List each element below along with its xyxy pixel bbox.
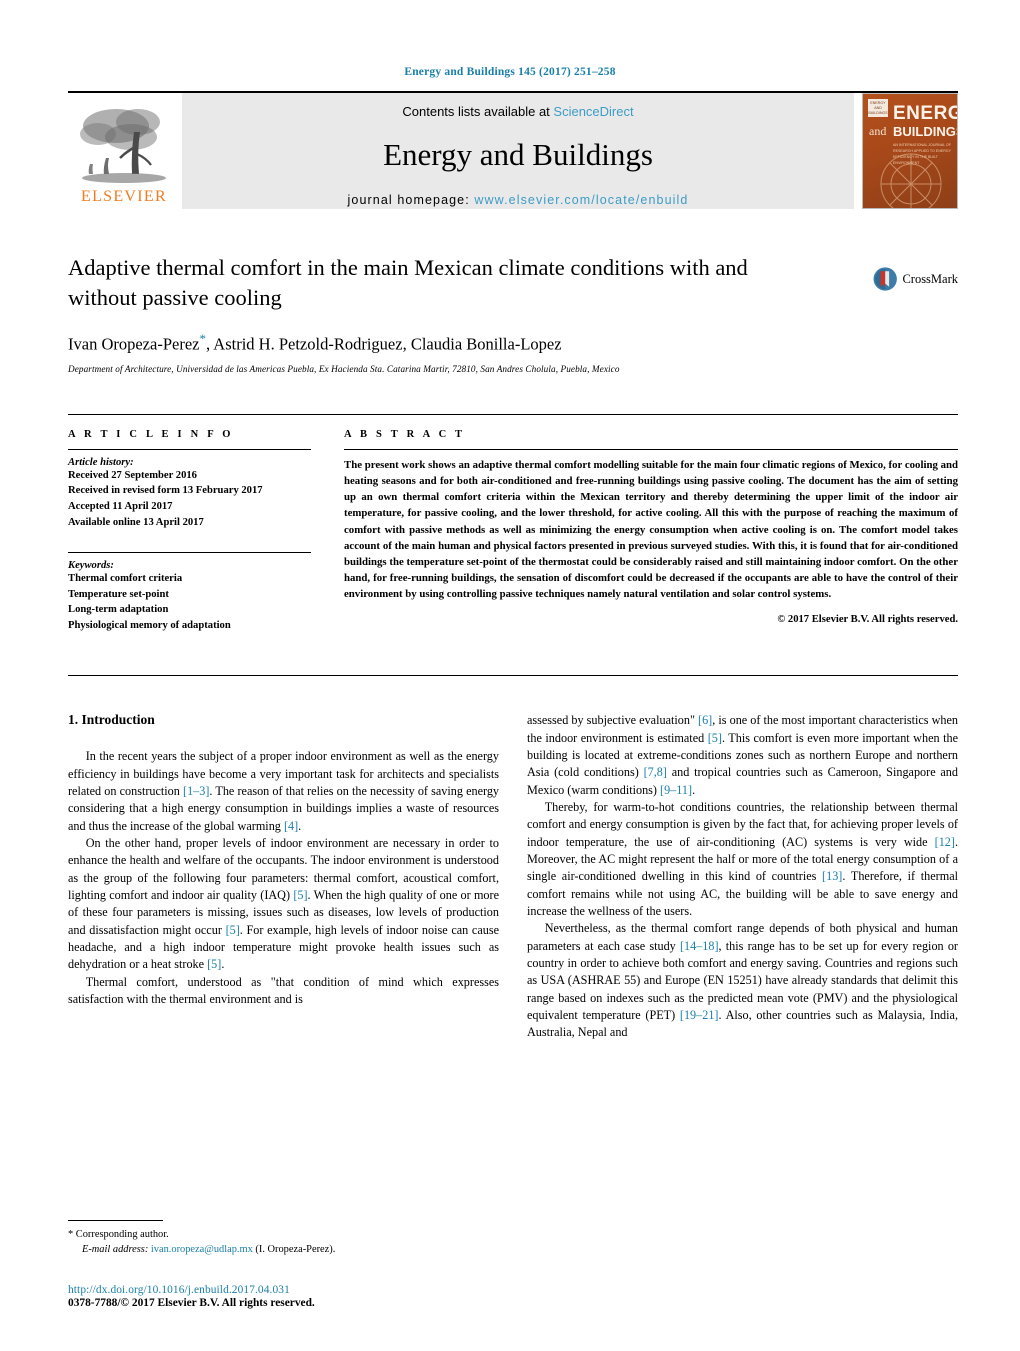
cover-and-word: and [869,124,887,138]
body-column-left: 1. Introduction In the recent years the … [68,712,499,1095]
contents-available-line: Contents lists available at ScienceDirec… [402,104,633,119]
keywords-divider [68,552,311,554]
cover-buildings-word: BUILDINGS [893,124,958,139]
paragraph: In the recent years the subject of a pro… [68,749,500,833]
crossmark-label: CrossMark [902,271,958,286]
email-suffix: (I. Oropeza-Perez). [255,1244,336,1256]
keyword-item: Thermal comfort criteria [68,573,183,585]
article-body: 1. Introduction In the recent years the … [68,675,958,1095]
abstract-column: A B S T R A C T The present work shows a… [344,429,958,634]
body-column-right: assessed by subjective evaluation" [6], … [527,712,958,1095]
footnote-block: * Corresponding author. E-mail address: … [68,1219,498,1258]
author-list: Ivan Oropeza-Perez*, Astrid H. Petzold-R… [68,331,958,355]
history-received: Received 27 September 2016 [68,469,197,481]
homepage-prefix: journal homepage: [347,193,475,207]
info-abstract-section: A R T I C L E I N F O Article history: R… [68,413,958,634]
article-history-label: Article history: [68,456,134,468]
article-info-heading: A R T I C L E I N F O [68,428,234,440]
paragraph: Thermal comfort, understood as "that con… [68,974,499,1006]
keywords-label: Keywords: [68,560,114,572]
paragraph: Nevertheless, as the thermal comfort ran… [527,921,958,1040]
keyword-item: Physiological memory of adaptation [68,619,231,631]
author-affiliation: Department of Architecture, Universidad … [68,363,620,374]
keywords-block: Keywords: Thermal comfort criteria Tempe… [68,552,322,633]
journal-masthead: ELSEVIER Contents lists available at Sci… [68,91,958,209]
elsevier-logo: ELSEVIER [68,93,180,209]
email-link[interactable]: ivan.oropeza@udlap.mx [151,1244,253,1255]
section-heading-introduction: 1. Introduction [68,712,155,728]
keyword-item: Temperature set-point [68,588,169,600]
authors-rest: , Astrid H. Petzold-Rodriguez, Claudia B… [205,334,562,354]
title-block: Adaptive thermal comfort in the main Mex… [68,253,958,374]
history-revised: Received in revised form 13 February 201… [68,485,263,497]
abstract-divider [344,448,958,450]
history-accepted: Accepted 11 April 2017 [68,501,173,512]
elsevier-wordmark: ELSEVIER [81,188,167,205]
doi-block: http://dx.doi.org/10.1016/j.enbuild.2017… [68,1284,315,1309]
abstract-heading: A B S T R A C T [344,428,466,440]
history-online: Available online 13 April 2017 [68,516,204,528]
email-label: E-mail address: [82,1244,149,1256]
paragraph: On the other hand, proper levels of indo… [68,836,499,972]
contents-prefix: Contents lists available at [402,104,554,119]
cover-energy-word: ENERGY [893,103,957,124]
corresponding-author-note: * Corresponding author. [68,1228,169,1240]
article-page: Energy and Buildings 145 (2017) 251–258 [0,0,1020,1351]
author-first: Ivan Oropeza-Perez [68,334,200,354]
masthead-center: Contents lists available at ScienceDirec… [182,93,854,209]
doi-link[interactable]: http://dx.doi.org/10.1016/j.enbuild.2017… [68,1284,315,1296]
journal-homepage-line: journal homepage: www.elsevier.com/locat… [348,193,689,207]
paper-title: Adaptive thermal comfort in the main Mex… [68,255,748,310]
journal-title: Energy and Buildings [383,137,653,172]
journal-cover-thumbnail: ENERGY AND BUILDINGS ENERGY and BUILDING… [862,93,958,209]
crossmark-icon [873,267,897,291]
paragraph: assessed by subjective evaluation" [6], … [527,713,958,797]
issn-copyright-line: 0378-7788/© 2017 Elsevier B.V. All right… [68,1297,315,1309]
email-note: E-mail address: ivan.oropeza@udlap.mx (I… [68,1242,498,1258]
abstract-text: The present work shows an adaptive therm… [344,458,958,601]
article-info-column: A R T I C L E I N F O Article history: R… [68,429,344,634]
keyword-item: Long-term adaptation [68,604,169,616]
sciencedirect-link[interactable]: ScienceDirect [553,104,633,119]
cover-badge: ENERGY AND BUILDINGS [868,99,888,117]
crossmark-badge[interactable]: CrossMark [872,257,958,301]
article-info-divider [68,448,311,450]
homepage-url-link[interactable]: www.elsevier.com/locate/enbuild [474,193,688,207]
footnote-divider [68,1219,163,1221]
elsevier-tree-icon [76,102,172,188]
copyright-line: © 2017 Elsevier B.V. All rights reserved… [777,613,958,625]
cover-artwork [880,153,942,208]
running-head: Energy and Buildings 145 (2017) 251–258 [404,66,616,78]
paragraph: Thereby, for warm-to-hot conditions coun… [527,800,958,918]
